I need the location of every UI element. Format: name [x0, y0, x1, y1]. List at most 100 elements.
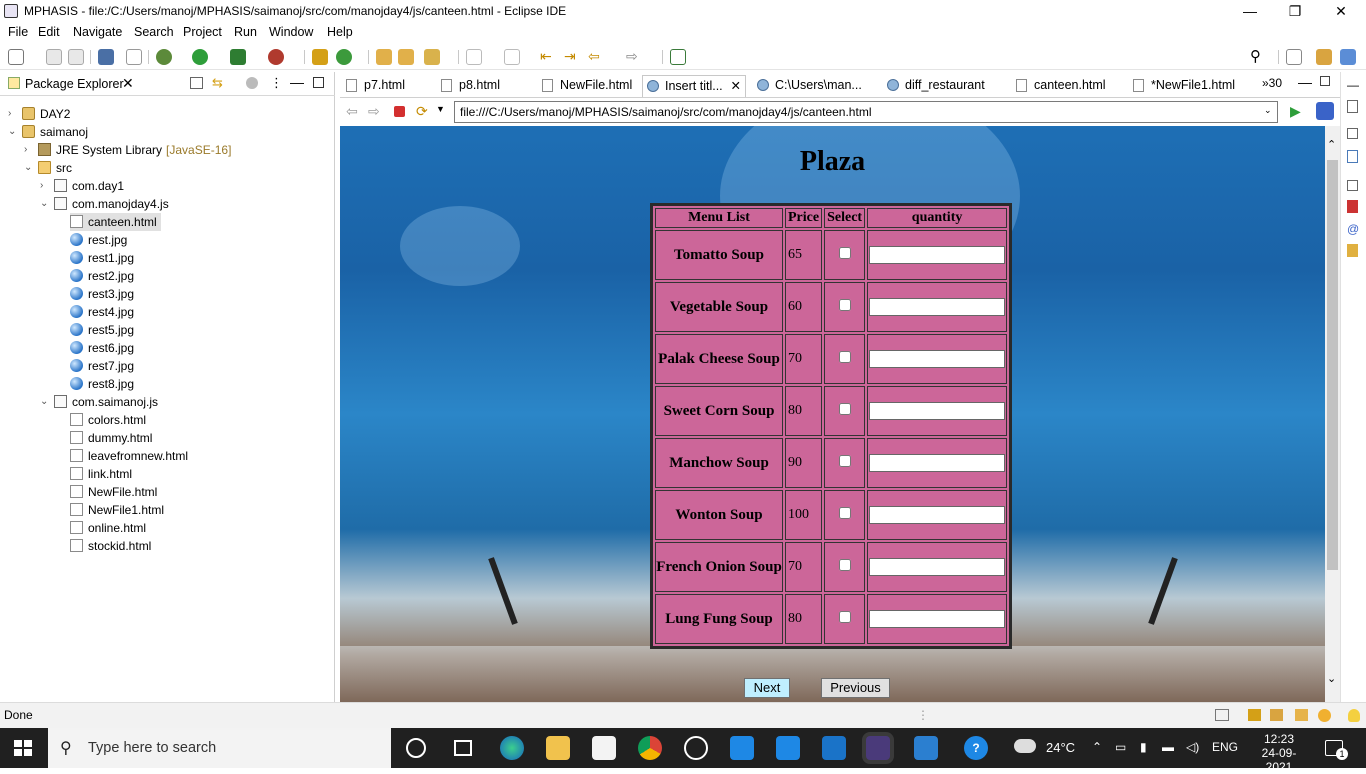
- quantity-input[interactable]: [869, 557, 1006, 576]
- tree-item[interactable]: online.html: [70, 519, 146, 537]
- menu-search[interactable]: Search: [134, 25, 174, 39]
- microphone-icon[interactable]: ▮: [1140, 740, 1147, 754]
- network-icon[interactable]: ▭: [1115, 740, 1126, 754]
- save-all-icon[interactable]: [68, 49, 84, 65]
- help-icon[interactable]: ?: [964, 736, 988, 760]
- pin-editor-icon[interactable]: [670, 49, 686, 65]
- collapse-all-icon[interactable]: [190, 77, 203, 89]
- open-type-icon[interactable]: [376, 49, 392, 65]
- expand-arrow-icon[interactable]: ⌄: [24, 162, 34, 173]
- tree-item[interactable]: JRE System Library [JavaSE-16]: [38, 141, 231, 159]
- language-indicator[interactable]: ENG: [1212, 740, 1238, 754]
- save-icon[interactable]: [46, 49, 62, 65]
- tree-item[interactable]: NewFile.html: [70, 483, 157, 501]
- link-with-editor-icon[interactable]: ⇆: [212, 76, 226, 89]
- quantity-input[interactable]: [869, 505, 1006, 524]
- debug-icon[interactable]: [156, 49, 172, 65]
- quantity-input[interactable]: [869, 349, 1006, 368]
- editor-tab[interactable]: C:\Users\man...: [753, 75, 877, 97]
- history-dropdown-icon[interactable]: ▼: [436, 104, 445, 114]
- menu-edit[interactable]: Edit: [38, 25, 60, 39]
- editor-tab[interactable]: *NewFile1.html: [1129, 75, 1243, 97]
- editor-tab[interactable]: p8.html: [437, 75, 533, 97]
- new-java-class-icon[interactable]: [336, 49, 352, 65]
- stop-icon[interactable]: [394, 106, 405, 117]
- menu-file[interactable]: File: [8, 25, 28, 39]
- tree-item[interactable]: DAY2: [22, 105, 70, 123]
- next-button[interactable]: Next: [744, 678, 790, 698]
- open-task-icon[interactable]: [398, 49, 414, 65]
- menu-window[interactable]: Window: [269, 25, 313, 39]
- terminal-icon[interactable]: [98, 49, 114, 65]
- tree-item[interactable]: colors.html: [70, 411, 146, 429]
- collapse-arrow-icon[interactable]: ›: [24, 144, 34, 155]
- editor-tab[interactable]: canteen.html: [1012, 75, 1124, 97]
- url-dropdown-icon[interactable]: ⌄: [1264, 105, 1272, 116]
- last-edit-icon[interactable]: ⇤: [540, 49, 556, 65]
- task-list-icon[interactable]: [1347, 150, 1358, 163]
- file-explorer-icon[interactable]: [546, 736, 570, 760]
- tips-icon[interactable]: [1295, 709, 1308, 721]
- java-ee-perspective-icon[interactable]: [1316, 49, 1332, 65]
- editor-tab[interactable]: p7.html: [342, 75, 430, 97]
- select-checkbox[interactable]: [838, 610, 851, 623]
- tree-item[interactable]: dummy.html: [70, 429, 152, 447]
- back-icon[interactable]: ⇦: [588, 49, 604, 65]
- tree-item[interactable]: canteen.html: [70, 213, 161, 231]
- next-annotation-icon[interactable]: [466, 49, 482, 65]
- edge-icon[interactable]: [500, 736, 524, 760]
- browser-forward-icon[interactable]: ⇨: [368, 103, 380, 120]
- photos-icon[interactable]: [914, 736, 938, 760]
- show-hidden-icons-icon[interactable]: ⌃: [1092, 740, 1102, 754]
- tree-item[interactable]: rest1.jpg: [70, 249, 134, 267]
- select-checkbox[interactable]: [838, 454, 851, 467]
- forward-icon[interactable]: ⇨: [626, 49, 642, 65]
- url-field[interactable]: file:///C:/Users/manoj/MPHASIS/saimanoj/…: [454, 101, 1278, 123]
- tree-item[interactable]: rest8.jpg: [70, 375, 134, 393]
- open-perspective-icon[interactable]: [1286, 49, 1302, 65]
- tree-item[interactable]: rest6.jpg: [70, 339, 134, 357]
- minimize-button[interactable]: —: [1230, 2, 1270, 20]
- book-icon[interactable]: [1248, 709, 1261, 721]
- chrome-icon[interactable]: [638, 736, 662, 760]
- notification-bulb-icon[interactable]: [1348, 709, 1360, 722]
- restore-view-icon[interactable]: [1347, 180, 1358, 191]
- scroll-up-icon[interactable]: ⌃: [1327, 138, 1336, 151]
- more-tabs-indicator[interactable]: »30: [1262, 76, 1282, 90]
- tree-item[interactable]: leavefromnew.html: [70, 447, 188, 465]
- package-explorer-tab[interactable]: Package Explorer ✕ ⇆ ⋮ —: [0, 72, 335, 96]
- scroll-thumb[interactable]: [1327, 160, 1338, 570]
- github-icon[interactable]: [684, 736, 708, 760]
- open-in-browser-icon[interactable]: [1316, 102, 1334, 120]
- editor-tab[interactable]: NewFile.html: [538, 75, 638, 97]
- select-checkbox[interactable]: [838, 350, 851, 363]
- collapse-arrow-icon[interactable]: ›: [8, 108, 18, 119]
- minimize-view-icon[interactable]: —: [290, 74, 304, 90]
- outline-view-icon[interactable]: [1347, 100, 1358, 113]
- restore-view-icon[interactable]: [1347, 128, 1358, 139]
- close-button[interactable]: ✕: [1321, 2, 1361, 20]
- store-icon[interactable]: [592, 736, 616, 760]
- filter-icon[interactable]: [246, 77, 258, 89]
- expand-arrow-icon[interactable]: ⌄: [40, 396, 50, 407]
- collapse-arrow-icon[interactable]: ›: [40, 180, 50, 191]
- tree-item[interactable]: com.manojday4.js: [54, 195, 169, 213]
- maximize-view-icon[interactable]: [313, 77, 324, 88]
- dropbox-icon[interactable]: [776, 736, 800, 760]
- select-checkbox[interactable]: [838, 506, 851, 519]
- menu-run[interactable]: Run: [234, 25, 257, 39]
- run-icon[interactable]: [192, 49, 208, 65]
- tree-item[interactable]: com.day1: [54, 177, 124, 195]
- tree-item[interactable]: stockid.html: [70, 537, 151, 555]
- taskbar-search-box[interactable]: ⚲ Type here to search: [48, 728, 391, 768]
- vertical-scrollbar[interactable]: ⌃ ⌄: [1325, 126, 1340, 702]
- skip-breakpoints-icon[interactable]: [126, 49, 142, 65]
- tree-item[interactable]: rest4.jpg: [70, 303, 134, 321]
- search-tool-icon[interactable]: [424, 49, 440, 65]
- close-tab-icon[interactable]: ✕: [731, 76, 741, 96]
- quantity-input[interactable]: [869, 609, 1006, 628]
- coverage-icon[interactable]: [230, 49, 246, 65]
- close-icon[interactable]: ✕: [122, 75, 134, 92]
- external-tools-icon[interactable]: [268, 49, 284, 65]
- maximize-editor-icon[interactable]: [1320, 76, 1330, 86]
